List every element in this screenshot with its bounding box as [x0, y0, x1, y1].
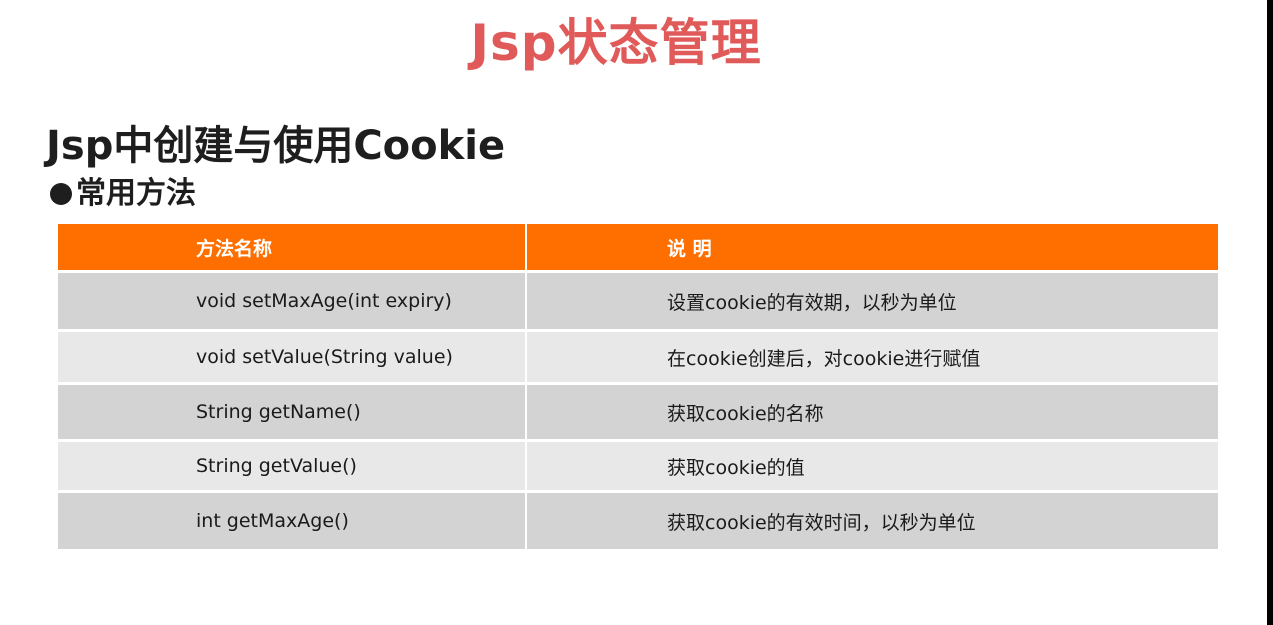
table-row: void setMaxAge(int expiry) 设置cookie的有效期，… — [58, 271, 1218, 332]
table-header-row: 方法名称 说 明 — [58, 224, 1218, 273]
window-edge — [1267, 0, 1273, 625]
column-header-method: 方法名称 — [58, 224, 527, 273]
description-cell: 获取cookie的值 — [526, 440, 1218, 493]
table-row: int getMaxAge() 获取cookie的有效时间，以秒为单位 — [58, 491, 1218, 552]
slide-title: Jsp状态管理 — [470, 14, 762, 72]
method-cell: int getMaxAge() — [58, 491, 527, 552]
table-row: void setValue(String value) 在cookie创建后，对… — [58, 330, 1218, 385]
table-row: String getValue() 获取cookie的值 — [58, 440, 1218, 493]
table-row: String getName() 获取cookie的名称 — [58, 383, 1218, 442]
description-cell: 设置cookie的有效期，以秒为单位 — [526, 271, 1218, 332]
method-cell: String getName() — [58, 383, 527, 442]
method-cell: String getValue() — [58, 440, 527, 493]
method-cell: void setValue(String value) — [58, 330, 527, 385]
column-header-description: 说 明 — [526, 224, 1218, 273]
bullet-item: 常用方法 — [50, 174, 196, 214]
method-cell: void setMaxAge(int expiry) — [58, 271, 527, 332]
section-heading: Jsp中创建与使用Cookie — [46, 123, 506, 169]
methods-table: 方法名称 说 明 void setMaxAge(int expiry) 设置co… — [58, 224, 1218, 552]
bullet-text: 常用方法 — [76, 176, 196, 211]
bullet-icon — [50, 183, 72, 205]
description-cell: 获取cookie的有效时间，以秒为单位 — [526, 491, 1218, 552]
description-cell: 获取cookie的名称 — [526, 383, 1218, 442]
description-cell: 在cookie创建后，对cookie进行赋值 — [526, 330, 1218, 385]
slide: Jsp状态管理 Jsp中创建与使用Cookie 常用方法 方法名称 说 明 vo… — [0, 0, 1273, 625]
